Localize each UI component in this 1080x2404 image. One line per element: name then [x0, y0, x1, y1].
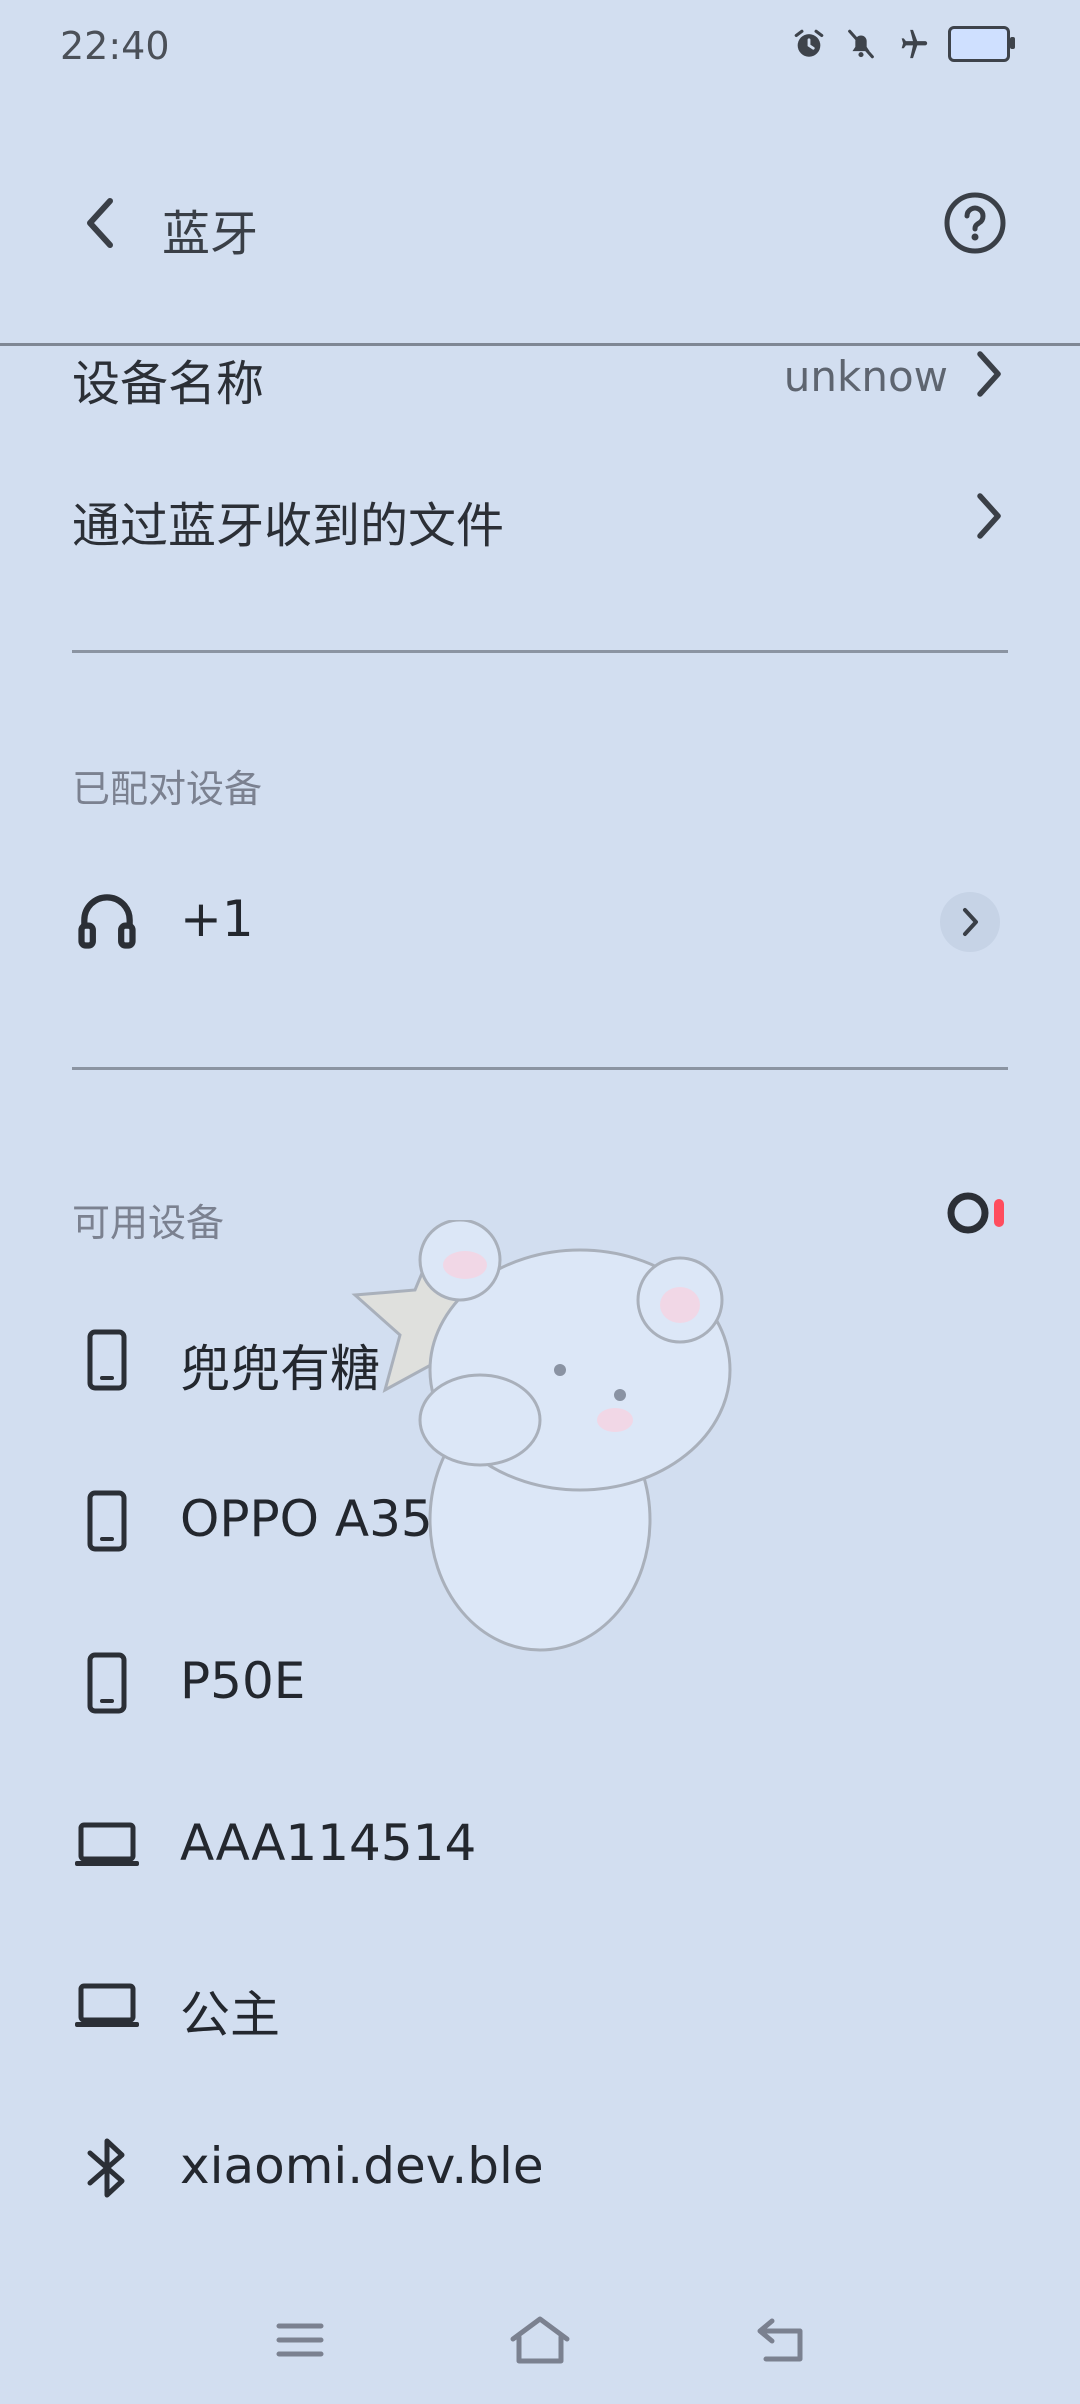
phone-icon — [72, 1481, 142, 1561]
paired-device-row[interactable]: +1 — [0, 850, 1080, 990]
section-divider — [72, 1067, 1008, 1070]
status-icons — [792, 26, 1015, 62]
menu-icon — [276, 2323, 324, 2357]
headphones-icon — [72, 880, 142, 960]
chevron-left-icon — [87, 198, 113, 248]
help-button[interactable] — [940, 188, 1010, 258]
available-device-name: OPPO A35 — [180, 1490, 433, 1548]
nav-menu-button[interactable] — [260, 2300, 340, 2380]
paired-device-name: +1 — [180, 890, 254, 948]
back-icon — [757, 2318, 803, 2362]
bear-sticker-decoration — [351, 1220, 732, 1652]
section-divider — [72, 650, 1008, 653]
available-device-row[interactable]: 兜兜有糖 — [0, 1305, 1080, 1415]
nav-home-button[interactable] — [500, 2300, 580, 2380]
phone-icon — [72, 1643, 142, 1723]
back-button[interactable] — [70, 188, 130, 258]
battery-icon — [948, 26, 1015, 62]
available-device-name: AAA114514 — [180, 1814, 477, 1872]
device-name-row[interactable]: 设备名称 unknow — [0, 340, 1080, 412]
available-device-row[interactable]: xiaomi.dev.ble — [0, 2113, 1080, 2223]
mute-icon — [848, 29, 874, 59]
alarm-icon — [794, 29, 824, 57]
paired-device-settings-button[interactable] — [940, 892, 1000, 952]
chevron-right-icon — [963, 908, 978, 936]
available-device-row[interactable]: P50E — [0, 1628, 1080, 1738]
available-device-row[interactable]: 公主 — [0, 1951, 1080, 2061]
help-circle-icon — [944, 192, 1006, 254]
phone-icon — [72, 1320, 142, 1400]
bluetooth-icon — [72, 2128, 142, 2208]
scanning-indicator-icon — [947, 1192, 1004, 1234]
available-device-name: 公主 — [180, 1986, 280, 2044]
received-files-label: 通过蓝牙收到的文件 — [72, 498, 505, 554]
device-name-value: unknow — [783, 352, 948, 401]
chevron-right-icon — [977, 493, 1001, 539]
device-name-label: 设备名称 — [72, 356, 265, 412]
nav-back-button[interactable] — [740, 2300, 820, 2380]
status-time: 22:40 — [60, 24, 170, 68]
paired-devices-label: 已配对设备 — [72, 767, 263, 811]
home-icon — [510, 2316, 570, 2364]
available-device-row[interactable]: AAA114514 — [0, 1790, 1080, 1900]
airplane-mode-icon — [901, 29, 928, 59]
chevron-right-icon — [977, 351, 1001, 397]
available-device-name: xiaomi.dev.ble — [180, 2137, 544, 2195]
page-title: 蓝牙 — [162, 206, 259, 262]
available-device-name: P50E — [180, 1652, 306, 1710]
laptop-icon — [72, 1966, 142, 2046]
received-files-row[interactable]: 通过蓝牙收到的文件 — [0, 470, 1080, 560]
available-devices-label: 可用设备 — [72, 1201, 225, 1245]
available-device-row[interactable]: OPPO A35 — [0, 1466, 1080, 1576]
laptop-icon — [72, 1805, 142, 1885]
available-device-name: 兜兜有糖 — [180, 1340, 380, 1398]
